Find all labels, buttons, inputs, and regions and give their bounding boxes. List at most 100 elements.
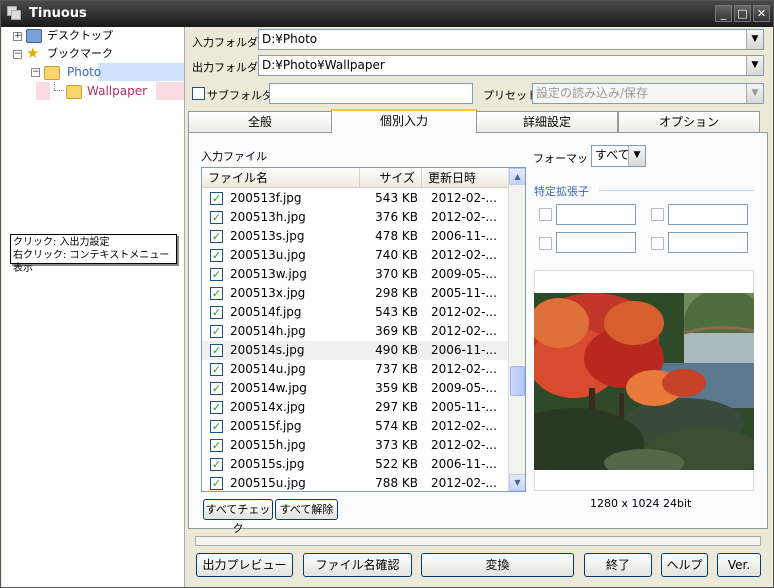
file-date: 2012-02-...	[431, 210, 497, 224]
file-size: 788 KB	[375, 476, 418, 490]
tree-item-desktop[interactable]: + デスクトップ	[10, 27, 180, 45]
folder-tree[interactable]: + デスクトップ − ★ ブックマーク − Photo Wallpaper クリ…	[2, 27, 185, 587]
output-folder-field[interactable]: D:¥Photo¥Wallpaper ▼	[258, 55, 764, 76]
tab-general[interactable]: 全般	[188, 111, 332, 133]
progress-bar	[195, 536, 761, 546]
row-checkbox[interactable]: ✓	[210, 363, 223, 376]
chevron-down-icon[interactable]: ▼	[746, 84, 763, 103]
group-divider	[599, 190, 754, 191]
file-size: 376 KB	[375, 210, 418, 224]
ext-field-1[interactable]	[556, 204, 636, 225]
row-checkbox[interactable]: ✓	[210, 344, 223, 357]
table-row[interactable]: ✓ 200514w.jpg 359 KB 2009-05-...	[202, 379, 509, 398]
ext-checkbox-3[interactable]	[539, 237, 552, 250]
column-header-size[interactable]: サイズ	[360, 168, 422, 188]
table-row[interactable]: ✓ 200515s.jpg 522 KB 2006-11-...	[202, 455, 509, 474]
file-size: 373 KB	[375, 438, 418, 452]
table-row[interactable]: ✓ 200514h.jpg 369 KB 2012-02-...	[202, 322, 509, 341]
table-row[interactable]: ✓ 200513u.jpg 740 KB 2012-02-...	[202, 246, 509, 265]
check-all-button[interactable]: すべてチェック	[203, 499, 273, 535]
chevron-down-icon[interactable]: ▼	[746, 56, 763, 75]
row-checkbox[interactable]: ✓	[210, 268, 223, 281]
table-row[interactable]: ✓ 200515f.jpg 574 KB 2012-02-...	[202, 417, 509, 436]
table-row[interactable]: ✓ 200515h.jpg 373 KB 2012-02-...	[202, 436, 509, 455]
tree-item-bookmark[interactable]: − ★ ブックマーク	[10, 45, 180, 63]
landscape-photo	[534, 293, 754, 470]
file-name: 200514u.jpg	[230, 362, 306, 376]
scroll-down-icon[interactable]: ▼	[509, 474, 525, 491]
row-checkbox[interactable]: ✓	[210, 477, 223, 490]
row-checkbox[interactable]: ✓	[210, 306, 223, 319]
tab-advanced[interactable]: 詳細設定	[476, 111, 618, 133]
file-date: 2005-11-...	[431, 400, 497, 414]
convert-button[interactable]: 変換	[421, 553, 574, 577]
table-row[interactable]: ✓ 200513x.jpg 298 KB 2005-11-...	[202, 284, 509, 303]
scroll-up-icon[interactable]: ▲	[509, 168, 525, 185]
table-row[interactable]: ✓ 200515u.jpg 788 KB 2012-02-...	[202, 474, 509, 491]
file-name: 200513s.jpg	[230, 229, 305, 243]
tree-item-photo[interactable]: − Photo	[28, 63, 184, 81]
column-header-name[interactable]: ファイル名	[202, 168, 360, 188]
file-size: 478 KB	[375, 229, 418, 243]
subfolder-checkbox[interactable]: ✓	[192, 87, 205, 100]
ext-field-2[interactable]	[668, 204, 748, 225]
row-checkbox[interactable]: ✓	[210, 211, 223, 224]
table-row[interactable]: ✓ 200513s.jpg 478 KB 2006-11-...	[202, 227, 509, 246]
file-list[interactable]: ファイル名 サイズ 更新日時 ✓ 200513f.jpg 543 KB 2012-02…	[201, 167, 526, 492]
close-button[interactable]: ✕	[753, 5, 770, 22]
row-checkbox[interactable]: ✓	[210, 401, 223, 414]
table-row[interactable]: ✓ 200514f.jpg 543 KB 2012-02-...	[202, 303, 509, 322]
collapse-icon[interactable]: −	[31, 68, 40, 77]
preset-field[interactable]: 設定の読み込み/保存 ▼	[532, 83, 764, 104]
row-checkbox[interactable]: ✓	[210, 325, 223, 338]
star-icon: ★	[26, 44, 40, 62]
file-name: 200513x.jpg	[230, 286, 306, 300]
minimize-button[interactable]: _	[715, 5, 732, 22]
row-checkbox[interactable]: ✓	[210, 287, 223, 300]
table-row[interactable]: ✓ 200513f.jpg 543 KB 2012-02-...	[202, 189, 509, 208]
ext-field-3[interactable]	[556, 232, 636, 253]
scroll-thumb[interactable]	[510, 366, 525, 396]
exit-button[interactable]: 終了	[584, 553, 652, 577]
file-date: 2006-11-...	[431, 229, 497, 243]
desktop-icon	[26, 29, 42, 43]
table-row[interactable]: ✓ 200513w.jpg 370 KB 2009-05-...	[202, 265, 509, 284]
maximize-button[interactable]: □	[734, 5, 751, 22]
subfolder-field[interactable]	[269, 83, 473, 104]
expand-icon[interactable]: +	[13, 32, 22, 41]
row-checkbox[interactable]: ✓	[210, 192, 223, 205]
preview-image	[534, 293, 754, 470]
ext-checkbox-2[interactable]	[651, 208, 664, 221]
file-size: 370 KB	[375, 267, 418, 281]
row-checkbox[interactable]: ✓	[210, 458, 223, 471]
file-name: 200515s.jpg	[230, 457, 305, 471]
tree-item-wallpaper[interactable]: Wallpaper	[8, 82, 184, 100]
version-button[interactable]: Ver.	[717, 553, 761, 577]
tab-options[interactable]: オプション	[618, 111, 760, 133]
column-header-date[interactable]: 更新日時	[422, 168, 509, 188]
scrollbar[interactable]: ▲ ▼	[508, 168, 525, 491]
table-row[interactable]: ✓ 200514x.jpg 297 KB 2005-11-...	[202, 398, 509, 417]
row-checkbox[interactable]: ✓	[210, 439, 223, 452]
row-checkbox[interactable]: ✓	[210, 382, 223, 395]
uncheck-all-button[interactable]: すべて解除	[275, 499, 338, 520]
row-checkbox[interactable]: ✓	[210, 249, 223, 262]
table-row[interactable]: ✓ 200514s.jpg 490 KB 2006-11-...	[202, 341, 509, 360]
table-row[interactable]: ✓ 200513h.jpg 376 KB 2012-02-...	[202, 208, 509, 227]
output-preview-button[interactable]: 出力プレビュー	[196, 553, 293, 577]
tab-individual[interactable]: 個別入力	[331, 109, 477, 133]
collapse-icon[interactable]: −	[13, 50, 22, 59]
folder-icon	[66, 85, 82, 99]
table-row[interactable]: ✓ 200514u.jpg 737 KB 2012-02-...	[202, 360, 509, 379]
ext-field-4[interactable]	[668, 232, 748, 253]
ext-checkbox-1[interactable]	[539, 208, 552, 221]
format-select[interactable]: すべて ▼	[591, 145, 646, 167]
input-folder-field[interactable]: D:¥Photo ▼	[258, 29, 764, 50]
ext-checkbox-4[interactable]	[651, 237, 664, 250]
filename-confirm-button[interactable]: ファイル名確認	[303, 553, 412, 577]
row-checkbox[interactable]: ✓	[210, 230, 223, 243]
chevron-down-icon[interactable]: ▼	[628, 146, 645, 166]
row-checkbox[interactable]: ✓	[210, 420, 223, 433]
help-button[interactable]: ヘルプ	[661, 553, 708, 577]
chevron-down-icon[interactable]: ▼	[746, 30, 763, 49]
